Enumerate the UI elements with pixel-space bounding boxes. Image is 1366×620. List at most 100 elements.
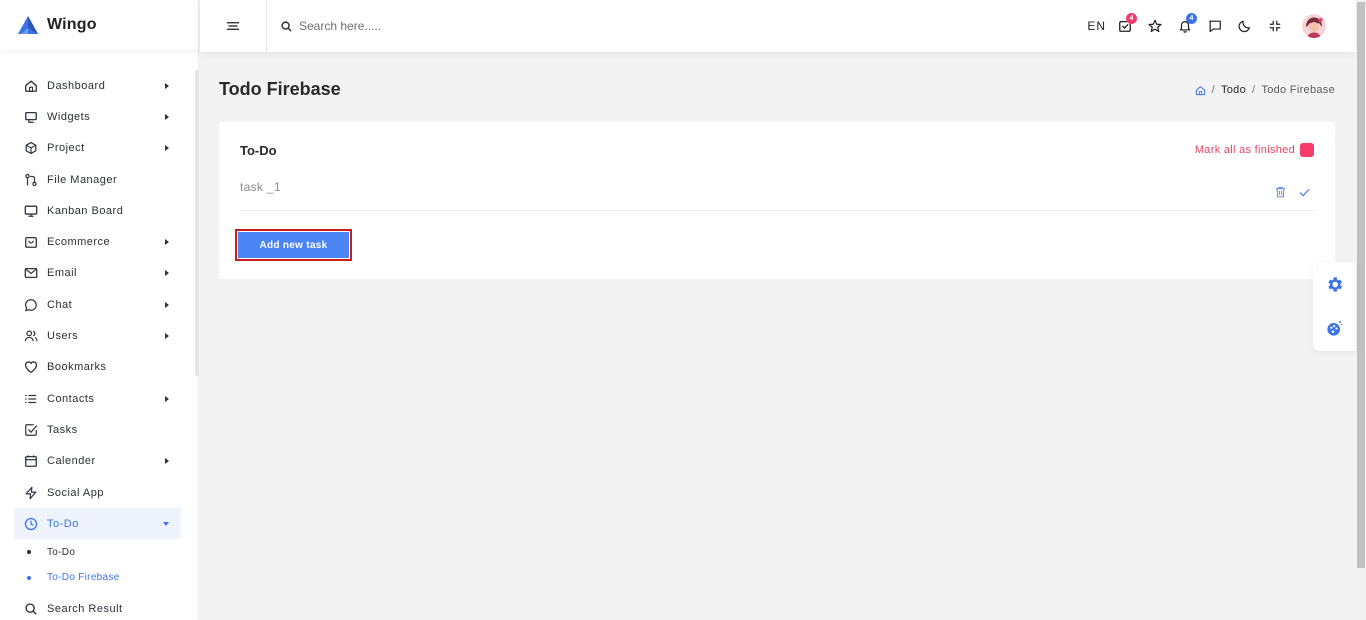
widgets-icon (25, 111, 37, 123)
caret-icon (165, 145, 169, 152)
monitor-icon (24, 205, 38, 217)
sidebar-item-label: Contacts (47, 392, 95, 405)
caret-icon (165, 458, 169, 465)
mark-all-label: Mark all as finished (1194, 144, 1295, 156)
sidebar-item-tasks[interactable]: Tasks (0, 414, 199, 445)
home-icon (1195, 85, 1205, 95)
page-title: Todo Firebase (219, 79, 341, 99)
caret-icon (165, 301, 169, 308)
caret-icon (165, 113, 169, 120)
logo-icon (18, 16, 38, 34)
home-icon (25, 80, 37, 92)
user-avatar[interactable] (1302, 14, 1326, 38)
users-icon (24, 330, 38, 342)
brand-logo[interactable]: Wingo (0, 0, 198, 50)
sidebar-item-to-do[interactable]: To-Do (14, 508, 181, 540)
complete-task-button[interactable] (1292, 184, 1316, 200)
add-new-task-button[interactable]: Add new task (238, 232, 349, 258)
add-task-highlight: Add new task (235, 229, 352, 261)
dark-mode-toggle[interactable] (1230, 11, 1260, 41)
search-icon (281, 20, 292, 32)
caret-icon (165, 270, 169, 277)
search-input[interactable]: Search here..... (299, 19, 381, 33)
sidebar: Wingo Dashboard Widgets Project File Manage… (0, 0, 199, 620)
message-square-icon (1209, 20, 1221, 33)
palette-icon (1326, 320, 1342, 336)
sidebar-item-label: Users (47, 330, 79, 343)
mark-all-checkbox[interactable] (1300, 143, 1314, 157)
messages-button[interactable] (1200, 11, 1230, 41)
header-actions: EN 4 4 (1087, 0, 1356, 52)
bullet-icon (27, 550, 31, 555)
sidebar-item-contacts[interactable]: Contacts (0, 383, 199, 414)
menu-toggle-button[interactable] (200, 0, 267, 52)
breadcrumb-item-todo[interactable]: Todo (1221, 84, 1246, 96)
git-pull-icon (25, 173, 37, 186)
sidebar-item-label: Email (47, 267, 78, 280)
sidebar-item-search-result[interactable]: Search Result (0, 593, 199, 620)
sidebar-item-label: Tasks (47, 423, 78, 436)
sidebar-menu: Dashboard Widgets Project File Manager Kanba… (0, 70, 199, 620)
task-actions (1268, 184, 1316, 200)
theme-color-button[interactable] (1324, 318, 1344, 338)
breadcrumb-separator: / (1252, 84, 1256, 96)
breadcrumb-item-current: Todo Firebase (1261, 84, 1335, 96)
minimize-icon (1269, 20, 1281, 32)
sidebar-item-label: Chat (47, 298, 73, 311)
submenu-item-label: To-Do Firebase (47, 572, 120, 584)
sidebar-item-label: To-Do (47, 517, 79, 530)
chat-icon (25, 298, 37, 312)
sidebar-item-label: Kanban Board (47, 204, 124, 217)
hamburger-icon (227, 22, 239, 30)
sidebar-item-ecommerce[interactable]: Ecommerce (0, 226, 199, 257)
calendar-icon (25, 455, 37, 468)
sidebar-item-chat[interactable]: Chat (0, 289, 199, 320)
sidebar-item-label: Calender (47, 455, 96, 468)
settings-button[interactable] (1324, 274, 1344, 294)
list-icon (25, 394, 37, 403)
search-icon (25, 603, 37, 615)
task-row: task _1 (240, 178, 1316, 211)
fullscreen-button[interactable] (1260, 11, 1290, 41)
search-box[interactable]: Search here..... (281, 19, 381, 33)
submenu-item-to-do[interactable]: To-Do (0, 539, 199, 565)
avatar-image (1302, 14, 1326, 38)
brand-name: Wingo (47, 16, 97, 33)
notification-badge: 4 (1186, 13, 1197, 24)
sidebar-item-file-manager[interactable]: File Manager (0, 164, 199, 195)
language-selector[interactable]: EN (1087, 19, 1106, 33)
breadcrumb-home-link[interactable] (1195, 85, 1206, 96)
caret-icon (165, 239, 169, 246)
sidebar-item-widgets[interactable]: Widgets (0, 101, 199, 132)
moon-icon (1238, 20, 1250, 33)
breadcrumb-separator: / (1211, 84, 1215, 96)
submenu-item-to-do-firebase[interactable]: To-Do Firebase (0, 565, 199, 591)
caret-icon (163, 521, 169, 526)
clock-icon (24, 517, 38, 530)
sidebar-item-label: Ecommerce (47, 236, 111, 249)
sidebar-item-email[interactable]: Email (0, 258, 199, 289)
notification-button[interactable]: 4 (1170, 11, 1200, 41)
caret-icon (165, 333, 169, 340)
bookmark-star-button[interactable] (1140, 11, 1170, 41)
sidebar-item-dashboard[interactable]: Dashboard (0, 70, 199, 101)
sidebar-item-social-app[interactable]: Social App (0, 477, 199, 508)
page-scrollbar-thumb[interactable] (1357, 2, 1365, 568)
sidebar-item-kanban-board[interactable]: Kanban Board (0, 195, 199, 226)
page-scrollbar[interactable] (1356, 0, 1366, 620)
sidebar-item-project[interactable]: Project (0, 133, 199, 164)
cart-badge: 4 (1126, 13, 1137, 24)
heart-icon (24, 361, 38, 374)
cart-button[interactable]: 4 (1110, 11, 1140, 41)
delete-task-button[interactable] (1268, 184, 1292, 200)
sidebar-scrollbar[interactable] (195, 70, 199, 376)
sidebar-item-bookmarks[interactable]: Bookmarks (0, 352, 199, 383)
sidebar-item-label: Widgets (47, 110, 91, 123)
breadcrumb: / Todo / Todo Firebase (1195, 84, 1335, 96)
top-header: Search here..... EN 4 4 (200, 0, 1356, 52)
mark-all-finished-button[interactable]: Mark all as finished (1195, 143, 1314, 157)
bullet-icon (27, 575, 31, 580)
sidebar-item-calender[interactable]: Calender (0, 446, 199, 477)
caret-icon (165, 395, 169, 402)
sidebar-item-users[interactable]: Users (0, 320, 199, 351)
